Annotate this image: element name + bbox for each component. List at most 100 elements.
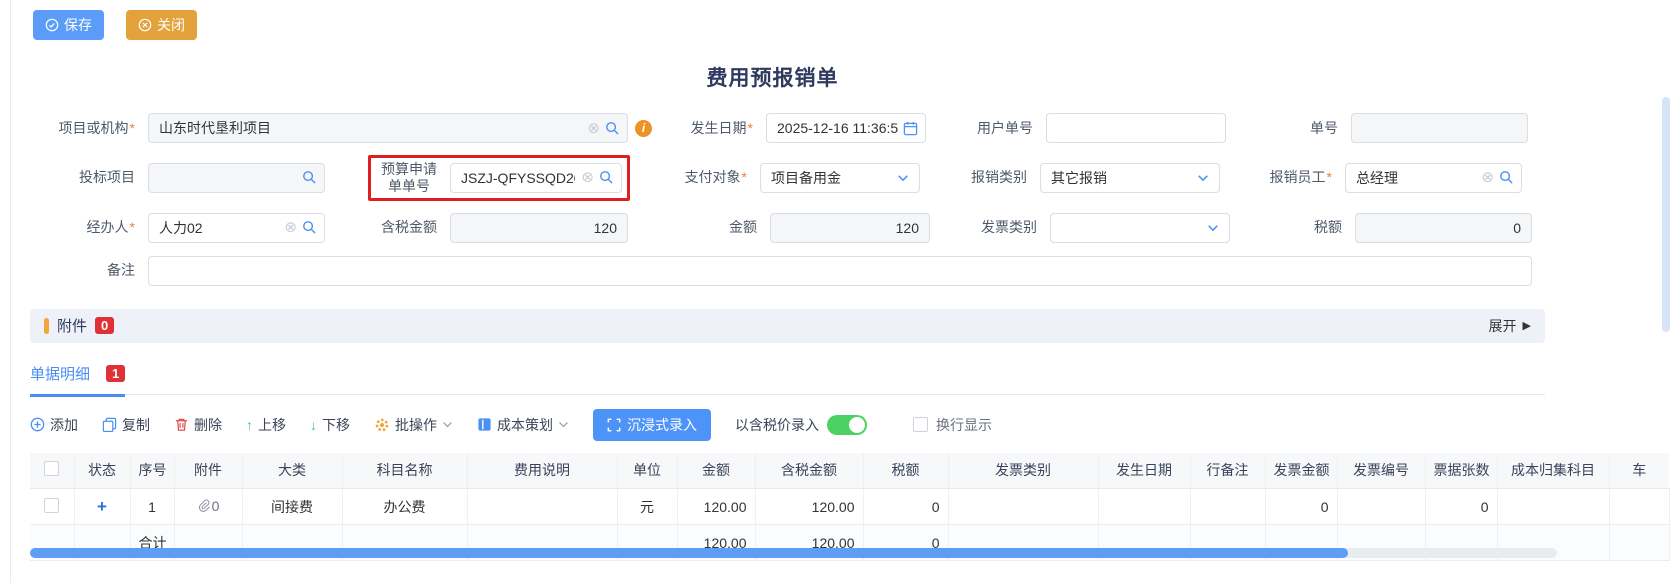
row-date-cell[interactable] <box>1098 489 1190 525</box>
row-ticket-count-cell[interactable]: 0 <box>1425 489 1497 525</box>
occur-date-field[interactable] <box>766 113 926 143</box>
horizontal-scrollbar-thumb[interactable] <box>30 548 1348 558</box>
copy-row-button[interactable]: 复制 <box>102 415 150 435</box>
handler-field[interactable]: ⊗ <box>148 213 325 243</box>
invoice-type-field[interactable] <box>1050 213 1230 243</box>
move-up-button[interactable]: ↑ 上移 <box>246 415 286 435</box>
immersive-entry-button[interactable]: 沉浸式录入 <box>593 409 711 441</box>
col-header-subject[interactable]: 科目名称 <box>342 453 467 489</box>
select-all-checkbox[interactable] <box>44 461 59 476</box>
user-no-field[interactable] <box>1046 113 1226 143</box>
remark-input[interactable] <box>148 256 1532 286</box>
col-header-category[interactable]: 大类 <box>242 453 342 489</box>
search-icon[interactable] <box>1499 170 1514 185</box>
row-unit-cell[interactable]: 元 <box>617 489 677 525</box>
reimburse-type-select[interactable]: 其它报销 <box>1040 163 1220 193</box>
tab-detail[interactable]: 单据明细 1 <box>30 363 125 397</box>
row-invoice-type-cell[interactable] <box>948 489 1098 525</box>
row-remark-cell[interactable] <box>1190 489 1265 525</box>
bid-project-input[interactable] <box>148 163 325 193</box>
row-invoice-amount-cell[interactable]: 0 <box>1265 489 1337 525</box>
gear-icon <box>374 417 390 433</box>
clear-icon[interactable]: ⊗ <box>1481 170 1494 185</box>
chevron-down-icon <box>1197 172 1209 184</box>
fullscreen-corners-icon <box>607 418 621 432</box>
remark-field[interactable] <box>148 256 1532 286</box>
search-icon[interactable] <box>302 220 317 235</box>
col-header-ticket-count[interactable]: 票据张数 <box>1425 453 1497 489</box>
add-row-button[interactable]: 添加 <box>30 415 78 435</box>
info-icon[interactable]: i <box>635 120 652 137</box>
doc-no-label: 单号 <box>1226 120 1351 137</box>
user-no-input[interactable] <box>1046 113 1226 143</box>
search-icon[interactable] <box>599 170 614 185</box>
col-header-amount-with-tax[interactable]: 含税金额 <box>755 453 863 489</box>
col-header-invoice-no[interactable]: 发票编号 <box>1337 453 1425 489</box>
wrap-display-checkbox[interactable] <box>913 417 928 432</box>
row-tax-cell[interactable]: 0 <box>863 489 948 525</box>
move-down-button[interactable]: ↓ 下移 <box>310 415 350 435</box>
tax-label: 税额 <box>1230 219 1355 236</box>
invoice-type-label: 发票类别 <box>930 219 1050 236</box>
row-category-cell[interactable]: 间接费 <box>242 489 342 525</box>
clear-icon[interactable]: ⊗ <box>284 220 297 235</box>
col-header-cost-subject[interactable]: 成本归集科目 <box>1497 453 1609 489</box>
col-header-truncated[interactable]: 车 <box>1609 453 1669 489</box>
col-header-invoice-amount[interactable]: 发票金额 <box>1265 453 1337 489</box>
reimburse-type-field[interactable]: 其它报销 <box>1040 163 1220 193</box>
vertical-scrollbar-thumb[interactable] <box>1662 97 1670 332</box>
col-header-row-remark[interactable]: 行备注 <box>1190 453 1265 489</box>
col-header-status[interactable]: 状态 <box>74 453 130 489</box>
row-amount-with-tax-cell[interactable]: 120.00 <box>755 489 863 525</box>
batch-ops-button[interactable]: 批操作 <box>374 415 453 435</box>
col-header-date[interactable]: 发生日期 <box>1098 453 1190 489</box>
reimburse-employee-field[interactable]: ⊗ <box>1345 163 1522 193</box>
invoice-type-select[interactable] <box>1050 213 1230 243</box>
search-icon[interactable] <box>605 121 620 136</box>
bid-project-field[interactable] <box>148 163 325 193</box>
delete-row-button[interactable]: 删除 <box>174 415 222 435</box>
occur-date-input[interactable] <box>766 113 926 143</box>
project-input[interactable] <box>148 113 628 143</box>
attachment-bar[interactable]: 附件 0 展开 ▶ <box>30 309 1545 343</box>
horizontal-scrollbar[interactable] <box>30 548 1557 558</box>
immersive-entry-label: 沉浸式录入 <box>627 415 697 435</box>
col-header-invoice-type[interactable]: 发票类别 <box>948 453 1098 489</box>
expand-button[interactable]: 展开 ▶ <box>1489 316 1531 336</box>
row-subject-cell[interactable]: 办公费 <box>342 489 467 525</box>
search-icon[interactable] <box>302 170 317 185</box>
close-button[interactable]: 关闭 <box>126 10 197 40</box>
budget-no-field[interactable]: ⊗ <box>450 163 622 193</box>
table-row[interactable]: + 1 0 间接费 办公费 元 120.00 120.00 0 0 0 <box>30 489 1669 525</box>
row-cost-subject-cell[interactable] <box>1497 489 1609 525</box>
col-header-attachment[interactable]: 附件 <box>174 453 242 489</box>
row-amount-cell[interactable]: 120.00 <box>677 489 755 525</box>
plus-status-icon[interactable]: + <box>97 497 107 516</box>
detail-grid: 状态 序号 附件 大类 科目名称 费用说明 单位 金额 含税金额 税额 发票类别… <box>30 453 1675 562</box>
col-header-desc[interactable]: 费用说明 <box>467 453 617 489</box>
project-field[interactable]: ⊗ <box>148 113 628 143</box>
tax-entry-toggle[interactable] <box>827 415 867 435</box>
calendar-icon[interactable] <box>903 121 918 136</box>
col-header-seq[interactable]: 序号 <box>130 453 174 489</box>
tax-field <box>1355 213 1532 243</box>
col-header-tax[interactable]: 税额 <box>863 453 948 489</box>
required-marker: * <box>130 120 135 136</box>
row-checkbox[interactable] <box>44 498 59 513</box>
col-header-amount[interactable]: 金额 <box>677 453 755 489</box>
row-attachment-cell[interactable]: 0 <box>174 489 242 525</box>
check-circle-icon <box>45 18 59 32</box>
top-action-bar: 保存 关闭 <box>0 0 1675 40</box>
row-invoice-no-cell[interactable] <box>1337 489 1425 525</box>
doc-no-input <box>1351 113 1528 143</box>
row-desc-cell[interactable] <box>467 489 617 525</box>
col-header-unit[interactable]: 单位 <box>617 453 677 489</box>
pay-target-select[interactable]: 项目备用金 <box>760 163 920 193</box>
clear-icon[interactable]: ⊗ <box>581 170 594 185</box>
clear-icon[interactable]: ⊗ <box>587 121 600 136</box>
cost-plan-button[interactable]: 成本策划 <box>477 415 569 435</box>
save-button[interactable]: 保存 <box>33 10 104 40</box>
pay-target-field[interactable]: 项目备用金 <box>760 163 920 193</box>
budget-no-highlight-box: 预算申请单单号 ⊗ <box>368 155 630 201</box>
row-seq-cell: 1 <box>130 489 174 525</box>
